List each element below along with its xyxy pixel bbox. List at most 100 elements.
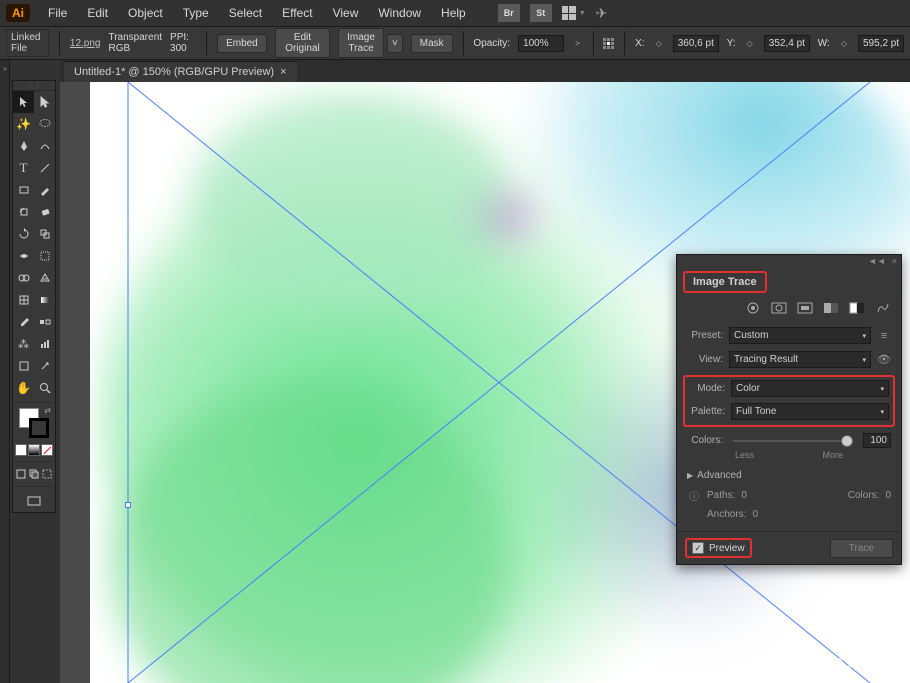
x-input[interactable] <box>673 35 719 52</box>
paths-value: 0 <box>741 490 767 501</box>
toolbox-grip[interactable]: ⋮⋮ <box>13 81 55 91</box>
menu-edit[interactable]: Edit <box>79 2 116 24</box>
curvature-tool[interactable] <box>34 135 55 157</box>
hand-tool[interactable]: ✋ <box>13 377 34 399</box>
shape-builder-tool[interactable] <box>13 267 34 289</box>
y-stepper[interactable]: ◇ <box>744 39 756 48</box>
opacity-input[interactable] <box>518 35 564 52</box>
artboard-tool[interactable] <box>13 355 34 377</box>
document-tab[interactable]: Untitled-1* @ 150% (RGB/GPU Preview) × <box>64 61 297 82</box>
screen-mode-button[interactable] <box>13 490 55 512</box>
draw-behind-icon[interactable] <box>28 467 40 481</box>
linked-file-label[interactable]: Linked File <box>6 29 49 57</box>
pen-tool[interactable] <box>13 135 34 157</box>
x-stepper[interactable]: ◇ <box>653 39 665 48</box>
menu-file[interactable]: File <box>40 2 75 24</box>
colors-slider[interactable] <box>733 440 853 442</box>
dock-collapse-icon[interactable]: » <box>0 60 10 76</box>
stock-icon[interactable]: St <box>530 4 552 22</box>
perspective-tool[interactable] <box>34 267 55 289</box>
image-trace-dropdown[interactable]: ˅ <box>387 34 403 53</box>
opacity-chevron[interactable]: > <box>572 39 583 48</box>
free-transform-tool[interactable] <box>34 245 55 267</box>
mask-button[interactable]: Mask <box>411 34 453 53</box>
column-graph-tool[interactable] <box>34 333 55 355</box>
slice-tool[interactable] <box>34 355 55 377</box>
draw-inside-icon[interactable] <box>41 467 53 481</box>
image-trace-panel: ◄◄ × Image Trace Preset: Custom▾ ≡ View:… <box>676 254 902 565</box>
arrange-icon[interactable]: ▼ <box>562 6 586 20</box>
image-trace-button[interactable]: Image Trace <box>338 28 384 58</box>
gpu-icon[interactable]: ✈ <box>596 5 608 22</box>
blend-tool[interactable] <box>34 311 55 333</box>
w-stepper[interactable]: ◇ <box>838 39 850 48</box>
colors-value[interactable]: 100 <box>863 433 891 448</box>
zoom-tool[interactable] <box>34 377 55 399</box>
view-select[interactable]: Tracing Result▾ <box>729 351 871 368</box>
view-label: View: <box>687 354 723 365</box>
color-solid-icon[interactable] <box>15 444 27 456</box>
color-none-icon[interactable] <box>41 444 53 456</box>
view-eye-icon[interactable]: 👁 <box>877 353 891 367</box>
panel-close-icon[interactable]: × <box>892 256 897 266</box>
preset-gray-icon[interactable] <box>823 301 839 315</box>
menu-window[interactable]: Window <box>370 2 429 24</box>
w-input[interactable] <box>858 35 904 52</box>
colors-stat-value: 0 <box>885 490 891 501</box>
symbol-sprayer-tool[interactable]: ⁂ <box>13 333 34 355</box>
palette-label: Palette: <box>689 406 725 417</box>
mesh-tool[interactable] <box>13 289 34 311</box>
palette-select[interactable]: Full Tone▾ <box>731 403 889 420</box>
bridge-icon[interactable]: Br <box>498 4 520 22</box>
menu-help[interactable]: Help <box>433 2 474 24</box>
rectangle-tool[interactable] <box>13 179 34 201</box>
menu-type[interactable]: Type <box>175 2 217 24</box>
fill-stroke-control[interactable]: ⇄ <box>13 406 55 442</box>
menu-select[interactable]: Select <box>221 2 270 24</box>
color-mode-row <box>13 442 55 458</box>
preset-select[interactable]: Custom▾ <box>729 327 871 344</box>
filename-link[interactable]: 12.png <box>70 38 101 49</box>
gradient-tool[interactable] <box>34 289 55 311</box>
embed-button[interactable]: Embed <box>217 34 267 53</box>
colors-slider-thumb[interactable] <box>841 435 853 447</box>
selection-handle-left[interactable] <box>125 502 131 508</box>
preset-auto-icon[interactable] <box>745 301 761 315</box>
preset-photo-lo-icon[interactable] <box>797 301 813 315</box>
preset-outline-icon[interactable] <box>875 301 891 315</box>
scale-tool[interactable] <box>34 223 55 245</box>
eraser-tool[interactable] <box>34 201 55 223</box>
advanced-toggle[interactable]: ▶ Advanced <box>687 466 891 485</box>
line-tool[interactable] <box>34 157 55 179</box>
menu-effect[interactable]: Effect <box>274 2 320 24</box>
draw-normal-icon[interactable] <box>15 467 27 481</box>
eyedropper-tool[interactable] <box>13 311 34 333</box>
paintbrush-tool[interactable] <box>34 179 55 201</box>
preview-checkbox[interactable]: ✓ <box>692 542 704 554</box>
panel-titlebar[interactable]: ◄◄ × <box>677 255 901 267</box>
transform-ref-icon[interactable] <box>603 38 614 49</box>
lasso-tool[interactable] <box>34 113 55 135</box>
preset-photo-hi-icon[interactable] <box>771 301 787 315</box>
magic-wand-tool[interactable]: ✨ <box>13 113 34 135</box>
menu-view[interactable]: View <box>325 2 367 24</box>
swap-fill-stroke-icon[interactable]: ⇄ <box>44 406 51 415</box>
menu-object[interactable]: Object <box>120 2 171 24</box>
selection-tool[interactable] <box>13 91 34 113</box>
mode-select[interactable]: Color▾ <box>731 380 889 397</box>
panel-collapse-icon[interactable]: ◄◄ <box>868 256 886 266</box>
trace-button[interactable]: Trace <box>830 539 893 558</box>
width-tool[interactable] <box>13 245 34 267</box>
type-tool[interactable]: T <box>13 157 34 179</box>
rotate-tool[interactable] <box>13 223 34 245</box>
edit-original-button[interactable]: Edit Original <box>275 28 330 58</box>
preset-bw-icon[interactable] <box>849 301 865 315</box>
shaper-tool[interactable] <box>13 201 34 223</box>
direct-selection-tool[interactable] <box>34 91 55 113</box>
y-input[interactable] <box>764 35 810 52</box>
stroke-swatch[interactable] <box>29 418 49 438</box>
image-trace-tab[interactable]: Image Trace <box>683 271 767 293</box>
preset-menu-icon[interactable]: ≡ <box>877 329 891 343</box>
color-gradient-icon[interactable] <box>28 444 40 456</box>
tab-close-icon[interactable]: × <box>280 66 286 78</box>
